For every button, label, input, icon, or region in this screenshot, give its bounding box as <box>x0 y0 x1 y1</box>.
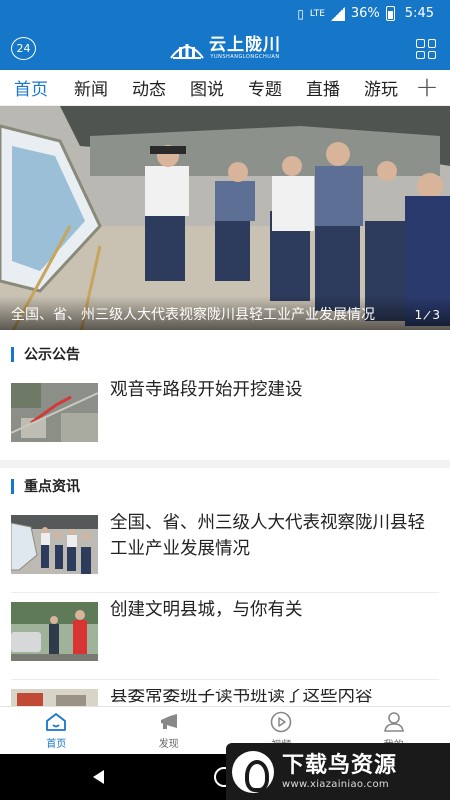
logo-mark-icon <box>170 43 204 59</box>
app-header: 24 云上陇川 YUNSHANGLONGCHUAN <box>0 27 450 70</box>
clock: 5:45 <box>404 6 434 21</box>
battery-percent: 36% <box>350 6 380 21</box>
tab-updates[interactable]: 动态 <box>120 75 178 100</box>
tab-news[interactable]: 新闻 <box>62 75 120 100</box>
section-title: 公示公告 <box>24 347 80 363</box>
nav-discover[interactable]: 发现 <box>113 707 226 754</box>
logo-subtitle: YUNSHANGLONGCHUAN <box>210 54 280 60</box>
home-icon <box>46 712 67 731</box>
nav-label: 发现 <box>158 738 179 750</box>
nav-label: 首页 <box>46 738 67 750</box>
status-bar: ▯ LTE 36% 5:45 <box>0 0 450 27</box>
megaphone-icon <box>160 713 177 729</box>
grid-menu-icon[interactable] <box>416 39 436 59</box>
tab-travel[interactable]: 游玩 <box>352 75 410 100</box>
banner-page-indicator: 1/3 <box>414 307 440 323</box>
banner-carousel[interactable]: 全国、省、州三级人大代表视察陇川县轻工业产业发展情况 1/3 <box>0 106 450 330</box>
list-item[interactable]: 县委常委班子读书班读了这些内容 <box>0 689 450 706</box>
banner-caption[interactable]: 全国、省、州三级人大代表视察陇川县轻工业产业发展情况 <box>11 304 391 324</box>
news-thumbnail <box>11 602 98 661</box>
watermark-brand: 下载鸟资源 <box>282 753 398 778</box>
play-icon <box>270 711 292 732</box>
list-item[interactable]: 创建文明县城，与你有关 <box>0 600 450 662</box>
network-type: LTE <box>309 8 325 19</box>
news-thumbnail <box>11 515 98 574</box>
section-header-key-news: 重点资讯 <box>0 468 450 504</box>
tab-topics[interactable]: 专题 <box>236 75 294 100</box>
battery-icon <box>385 6 395 21</box>
watermark-url: www.xiazainiao.com <box>282 779 389 790</box>
logo-title: 云上陇川 <box>209 35 281 55</box>
news-thumbnail <box>11 383 98 442</box>
channel-tabs: 首页 新闻 动态 图说 专题 直播 游玩 + <box>0 70 450 106</box>
add-channel-icon[interactable]: + <box>410 72 444 104</box>
watermark: 下载鸟资源 www.xiazainiao.com <box>226 743 450 800</box>
user-icon <box>383 711 404 732</box>
watermark-logo-icon <box>232 750 274 793</box>
section-accent-bar <box>11 478 14 494</box>
date-badge[interactable]: 24 <box>11 37 36 60</box>
list-item[interactable]: 全国、省、州三级人大代表视察陇川县轻工业产业发展情况 <box>0 513 450 575</box>
section-title: 重点资讯 <box>24 479 80 495</box>
news-thumbnail <box>11 689 98 706</box>
news-title: 观音寺路段开始开挖建设 <box>110 380 303 400</box>
banner-total: 3 <box>432 308 440 322</box>
news-title: 创建文明县城，与你有关 <box>110 600 303 620</box>
tab-live[interactable]: 直播 <box>294 75 352 100</box>
back-icon[interactable] <box>93 770 104 784</box>
signal-icon <box>330 6 345 21</box>
list-item[interactable]: 观音寺路段开始开挖建设 <box>0 380 450 443</box>
tab-home[interactable]: 首页 <box>0 75 62 100</box>
news-title: 全国、省、州三级人大代表视察陇川县轻工业产业发展情况 <box>110 513 425 559</box>
vibrate-icon: ▯ <box>297 6 304 21</box>
nav-home[interactable]: 首页 <box>0 707 113 754</box>
section-accent-bar <box>11 346 14 362</box>
app-logo: 云上陇川 YUNSHANGLONGCHUAN <box>169 37 281 60</box>
banner-current-index: 1 <box>414 308 423 322</box>
section-header-notice: 公示公告 <box>0 336 450 372</box>
tab-photos[interactable]: 图说 <box>178 75 236 100</box>
section-divider <box>0 460 450 468</box>
news-title: 县委常委班子读书班读了这些内容 <box>110 689 373 706</box>
